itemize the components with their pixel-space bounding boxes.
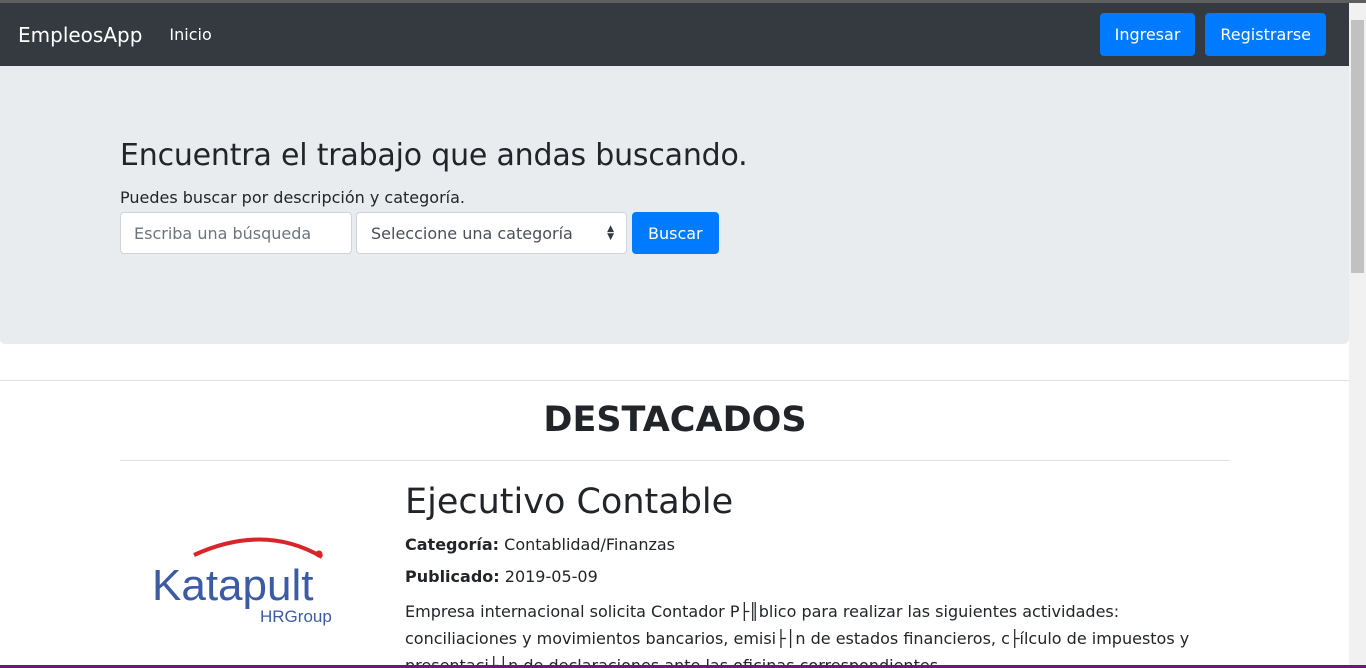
job-title[interactable]: Ejecutivo Contable [405, 480, 1230, 524]
logo-subtext: HRGroup [260, 607, 332, 626]
search-hero: Encuentra el trabajo que andas buscando.… [0, 66, 1349, 344]
logo-wordmark: Katapult [152, 561, 313, 610]
brand-link[interactable]: EmpleosApp [18, 23, 142, 47]
scrollbar-thumb[interactable] [1351, 20, 1364, 273]
login-button[interactable]: Ingresar [1099, 13, 1196, 56]
job-description: Empresa internacional solicita Contador … [405, 602, 1190, 668]
search-form: Seleccione una categoría ▲▼ Buscar [120, 212, 719, 254]
logo-swoosh [193, 537, 324, 559]
featured-divider [120, 460, 1230, 461]
select-arrows-icon: ▲ ▼ [607, 224, 614, 242]
navbar: EmpleosApp Inicio Ingresar Registrarse [0, 3, 1349, 66]
featured-job: Ejecutivo Contable Categoría: Contablida… [405, 480, 1230, 668]
job-category-value: Contablidad/Finanzas [504, 535, 675, 554]
section-divider [0, 380, 1349, 381]
register-button[interactable]: Registrarse [1205, 13, 1326, 56]
hero-subtitle: Puedes buscar por descripción y categorí… [120, 188, 465, 207]
job-category: Categoría: Contablidad/Finanzas [405, 535, 1230, 554]
search-button[interactable]: Buscar [632, 212, 719, 254]
page-scrollbar[interactable] [1349, 3, 1366, 668]
job-published: Publicado: 2019-05-09 [405, 567, 1230, 586]
hero-title: Encuentra el trabajo que andas buscando. [120, 138, 748, 173]
job-published-label: Publicado: [405, 567, 500, 586]
nav-actions: Ingresar Registrarse [1099, 13, 1326, 56]
logo-dot [315, 550, 323, 558]
category-select-value: Seleccione una categoría [371, 223, 573, 243]
job-published-value: 2019-05-09 [504, 567, 598, 586]
search-input[interactable] [120, 212, 352, 254]
featured-heading: DESTACADOS [543, 400, 807, 440]
nav-link-home[interactable]: Inicio [169, 25, 211, 44]
company-logo[interactable]: Katapult HRGroup [134, 485, 354, 640]
category-select[interactable]: Seleccione una categoría ▲ ▼ [356, 212, 627, 254]
job-category-label: Categoría: [405, 535, 500, 554]
